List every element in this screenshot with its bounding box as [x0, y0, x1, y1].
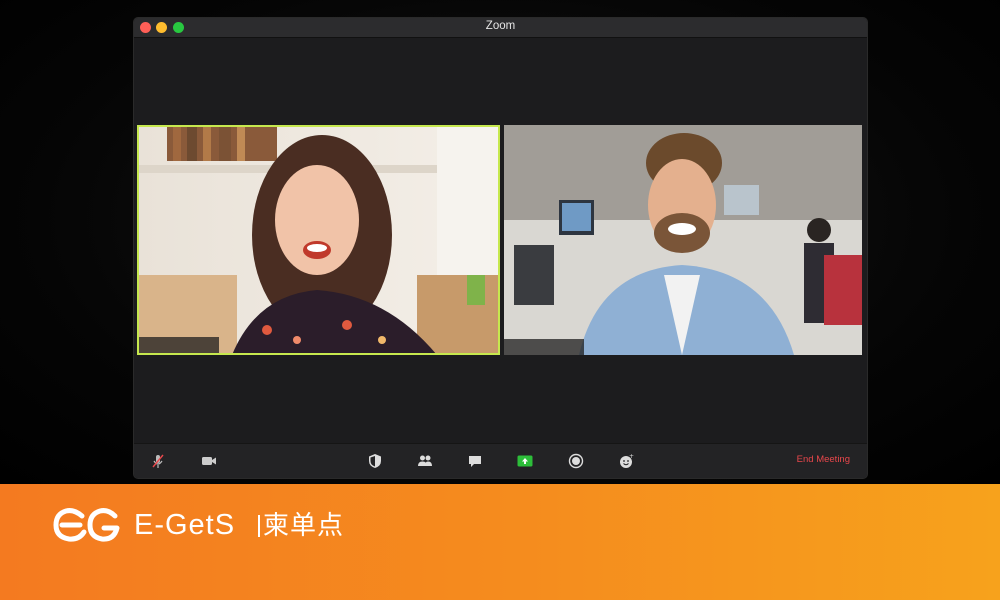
- zoom-window: Zoom + End Meeting: [134, 18, 867, 478]
- brand-name-cn: 柬单点: [263, 510, 345, 540]
- svg-text:+: +: [629, 453, 634, 460]
- record-icon[interactable]: [566, 451, 586, 471]
- participant-video-tile-right[interactable]: [504, 125, 862, 355]
- security-shield-icon[interactable]: [365, 451, 385, 471]
- participant-name-tag: [504, 339, 584, 355]
- brand-name-en: E-GetS: [134, 509, 236, 541]
- mute-microphone-icon[interactable]: [148, 451, 168, 471]
- participants-icon[interactable]: [415, 451, 435, 471]
- egets-logo-icon: [53, 508, 120, 542]
- share-screen-icon[interactable]: [515, 451, 535, 471]
- brand-divider: [258, 515, 260, 537]
- monitor-backdrop: Zoom + End Meeting: [0, 0, 1000, 484]
- title-bar: Zoom: [134, 18, 867, 38]
- meeting-toolbar: + End Meeting: [134, 443, 867, 478]
- participant-name-tag: [139, 337, 219, 353]
- participant-video-tile-left[interactable]: [137, 125, 500, 355]
- end-meeting-button[interactable]: End Meeting: [797, 454, 850, 465]
- brand-banner: E-GetS 柬单点: [0, 484, 1000, 600]
- chat-icon[interactable]: [465, 451, 485, 471]
- window-title: Zoom: [485, 20, 516, 32]
- reactions-icon[interactable]: +: [616, 451, 636, 471]
- video-camera-icon[interactable]: [199, 451, 219, 471]
- participant-video-man: [504, 125, 862, 355]
- participant-video-woman: [137, 125, 500, 355]
